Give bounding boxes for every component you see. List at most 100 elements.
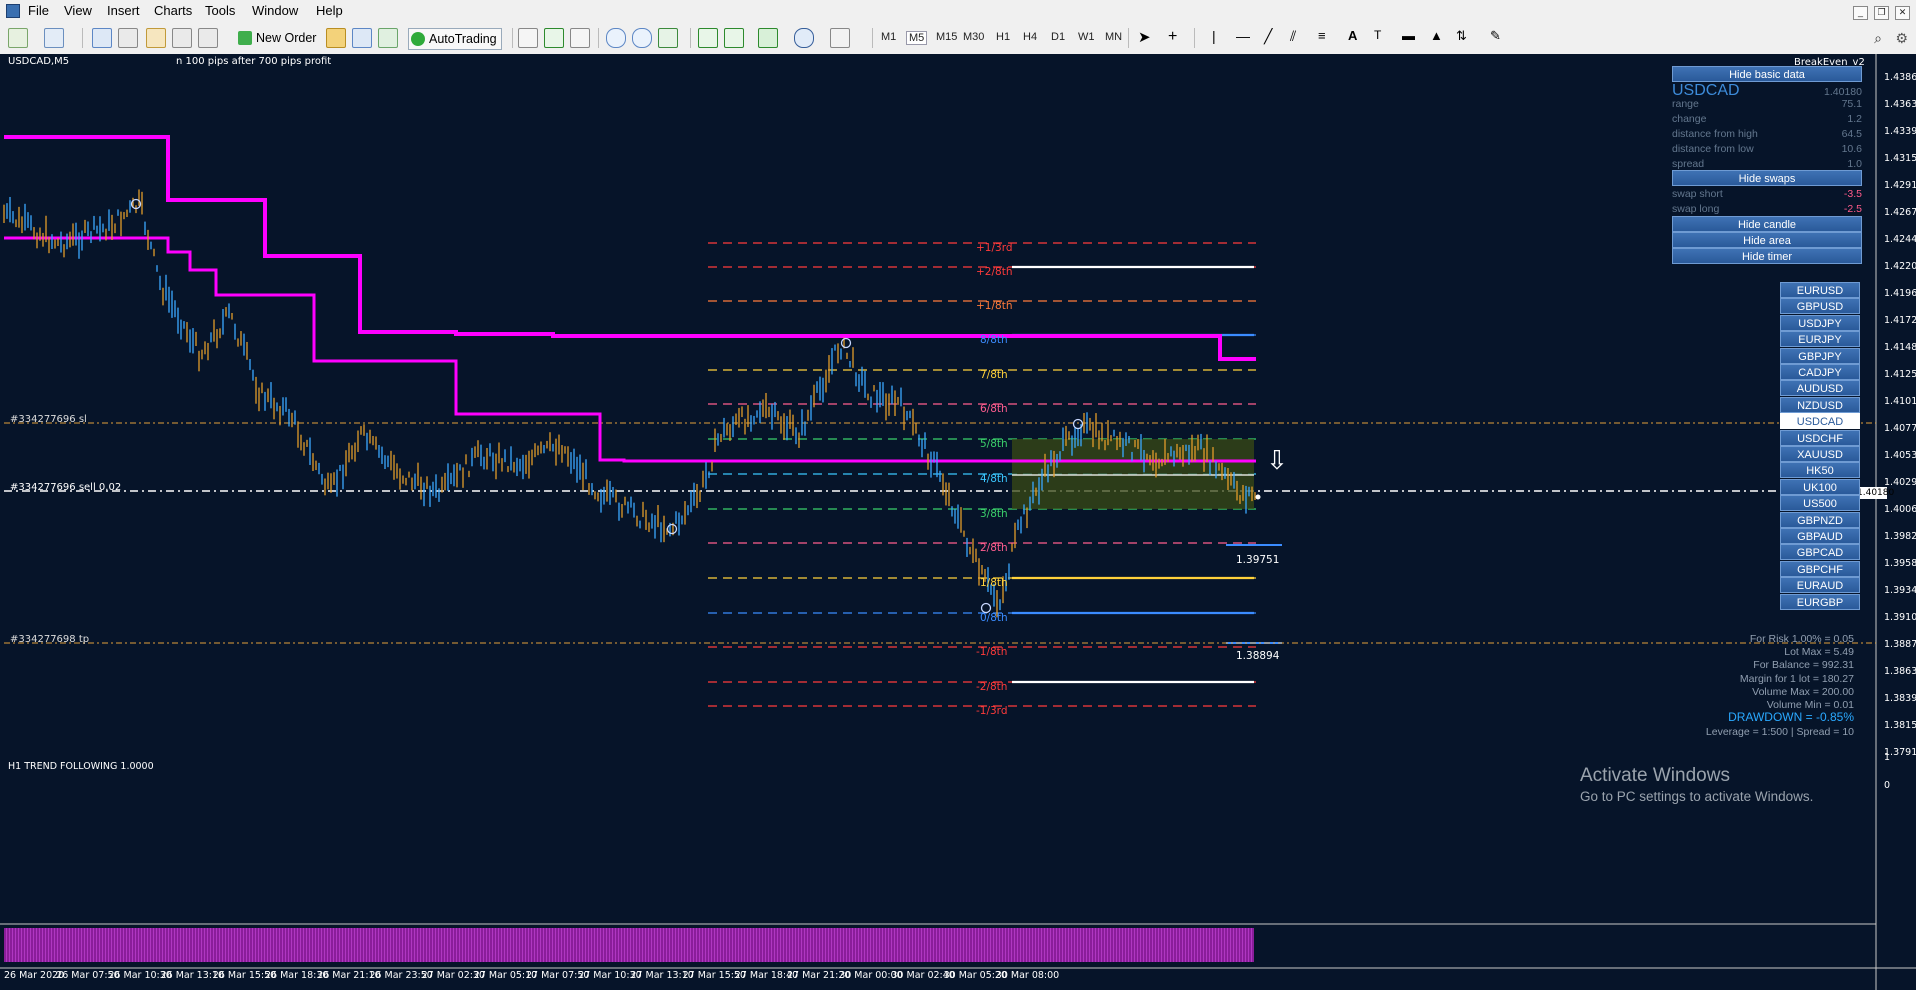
settings-icon[interactable]: ⚙ — [1895, 30, 1908, 47]
candlestick-icon[interactable] — [544, 28, 564, 48]
trendline-icon[interactable]: ╱ — [1264, 28, 1272, 48]
hide-candle-button[interactable]: Hide candle — [1672, 216, 1862, 232]
info-key: range — [1672, 98, 1699, 110]
symbol-button-cadjpy[interactable]: CADJPY — [1780, 364, 1860, 380]
templates-icon[interactable] — [830, 28, 850, 48]
metaeditor-icon[interactable] — [326, 28, 346, 48]
cursor-icon[interactable]: ➤ — [1138, 28, 1151, 48]
vertical-line-icon[interactable]: | — [1212, 28, 1216, 48]
symbol-button-nzdusd[interactable]: NZDUSD — [1780, 396, 1860, 413]
price-tick-label: 1.42675 — [1884, 207, 1916, 218]
timeframe-m5[interactable]: M5 — [906, 31, 928, 45]
indicators-icon[interactable] — [758, 28, 778, 48]
radio-icon[interactable] — [378, 28, 398, 48]
trend-indicator-histogram — [4, 928, 1254, 962]
symbol-button-gbpcad[interactable]: GBPCAD — [1780, 544, 1860, 561]
symbol-button-gbpusd[interactable]: GBPUSD — [1780, 298, 1860, 315]
restore-icon[interactable]: ❐ — [1874, 6, 1889, 20]
horizontal-line-icon[interactable]: — — [1236, 28, 1250, 48]
symbol-button-eurgbp[interactable]: EURGBP — [1780, 593, 1860, 610]
channel-icon[interactable]: ⫽ — [1290, 28, 1296, 48]
new-chart-icon[interactable] — [8, 28, 28, 48]
close-icon[interactable]: ✕ — [1895, 6, 1910, 20]
autoscroll-icon[interactable] — [724, 28, 744, 48]
menu-file[interactable]: File — [28, 3, 49, 18]
crosshair-move-icon[interactable] — [118, 28, 138, 48]
navigator-icon[interactable] — [146, 28, 166, 48]
murrey-level-label: -1/3rd — [976, 705, 1008, 717]
activate-windows-sub: Go to PC settings to activate Windows. — [1580, 789, 1814, 804]
profiles-icon[interactable] — [44, 28, 64, 48]
tile-windows-icon[interactable] — [658, 28, 678, 48]
minimize-icon[interactable]: _ — [1853, 6, 1868, 20]
price-tick-label: 1.41965 — [1884, 288, 1916, 299]
symbol-button-hk50[interactable]: HK50 — [1780, 462, 1860, 479]
new-order-button[interactable]: New Order — [236, 28, 316, 48]
search-icon[interactable]: ⌕ — [1874, 30, 1882, 47]
menu-window[interactable]: Window — [252, 3, 298, 18]
indicator-label: H1 TREND FOLLOWING 1.0000 — [8, 761, 154, 772]
signals-icon[interactable] — [352, 28, 372, 48]
zoom-in-icon[interactable] — [606, 28, 626, 48]
info-value: 1.0 — [1847, 158, 1862, 170]
line-chart-icon[interactable] — [570, 28, 590, 48]
arrow-down-icon: ⇩ — [1266, 446, 1288, 476]
price-chart[interactable] — [0, 54, 1916, 990]
hide-area-button[interactable]: Hide area — [1672, 232, 1862, 248]
text-label-icon[interactable]: T — [1374, 28, 1381, 48]
periods-icon[interactable] — [794, 28, 814, 48]
draw-more-icon[interactable]: ✎ — [1490, 28, 1501, 48]
zoom-out-icon[interactable] — [632, 28, 652, 48]
timeframe-h4[interactable]: H4 — [1023, 31, 1037, 43]
shapes-icon[interactable]: ▬ — [1402, 28, 1415, 48]
chart-window[interactable]: USDCAD,M5 n 100 pips after 700 pips prof… — [0, 54, 1916, 990]
symbol-button-uk100[interactable]: UK100 — [1780, 478, 1860, 495]
info-key: distance from high — [1672, 128, 1758, 140]
terminal-icon[interactable] — [172, 28, 192, 48]
menu-help[interactable]: Help — [316, 3, 343, 18]
menu-charts[interactable]: Charts — [154, 3, 192, 18]
market-watch-icon[interactable] — [92, 28, 112, 48]
bar-chart-icon[interactable] — [518, 28, 538, 48]
arrows-icon[interactable]: ⇅ — [1456, 28, 1467, 48]
symbol-button-eurusd[interactable]: EURUSD — [1780, 282, 1860, 298]
murrey-level-label: +2/8th — [976, 266, 1013, 278]
timeframe-m30[interactable]: M30 — [963, 31, 984, 43]
timeframe-m15[interactable]: M15 — [936, 31, 957, 43]
autotrading-button[interactable]: AutoTrading — [408, 28, 502, 50]
symbol-button-audusd[interactable]: AUDUSD — [1780, 380, 1860, 397]
tester-icon[interactable] — [198, 28, 218, 48]
symbol-button-eurjpy[interactable]: EURJPY — [1780, 331, 1860, 348]
symbol-button-euraud[interactable]: EURAUD — [1780, 577, 1860, 594]
fibonacci-icon[interactable]: ≡ — [1318, 28, 1326, 48]
symbol-button-usdchf[interactable]: USDCHF — [1780, 429, 1860, 446]
toolbar: New Order AutoTrading M1 M5 M15 M30 H1 H… — [0, 22, 1916, 55]
symbol-button-gbpaud[interactable]: GBPAUD — [1780, 528, 1860, 544]
symbol-button-us500[interactable]: US500 — [1780, 495, 1860, 512]
menu-insert[interactable]: Insert — [107, 3, 140, 18]
symbol-button-xauusd[interactable]: XAUUSD — [1780, 446, 1860, 462]
timeframe-h1[interactable]: H1 — [996, 31, 1010, 43]
hide-timer-button[interactable]: Hide timer — [1672, 248, 1862, 264]
chart-shift-icon[interactable] — [698, 28, 718, 48]
hide-swaps-button[interactable]: Hide swaps — [1672, 170, 1862, 186]
triangle-icon[interactable]: ▲ — [1430, 28, 1443, 48]
hide-basic-data-button[interactable]: Hide basic data — [1672, 66, 1862, 82]
timeframe-w1[interactable]: W1 — [1078, 31, 1095, 43]
timeframe-m1[interactable]: M1 — [881, 31, 896, 43]
text-icon[interactable]: A — [1348, 28, 1357, 48]
crosshair-icon[interactable]: + — [1168, 28, 1177, 48]
symbol-button-gbpchf[interactable]: GBPCHF — [1780, 560, 1860, 577]
menu-view[interactable]: View — [64, 3, 92, 18]
price-tick-label: 1.42200 — [1884, 261, 1916, 272]
symbol-button-usdcad[interactable]: USDCAD — [1780, 413, 1860, 430]
symbol-button-gbpnzd[interactable]: GBPNZD — [1780, 511, 1860, 528]
indicator-axis-top: 1 — [1884, 752, 1891, 763]
timeframe-mn[interactable]: MN — [1105, 31, 1122, 43]
price-tick-label: 1.42915 — [1884, 180, 1916, 191]
menu-tools[interactable]: Tools — [205, 3, 235, 18]
symbol-button-gbpjpy[interactable]: GBPJPY — [1780, 347, 1860, 364]
symbol-button-usdjpy[interactable]: USDJPY — [1780, 314, 1860, 331]
price-tick-label: 1.39820 — [1884, 531, 1916, 542]
timeframe-d1[interactable]: D1 — [1051, 31, 1065, 43]
